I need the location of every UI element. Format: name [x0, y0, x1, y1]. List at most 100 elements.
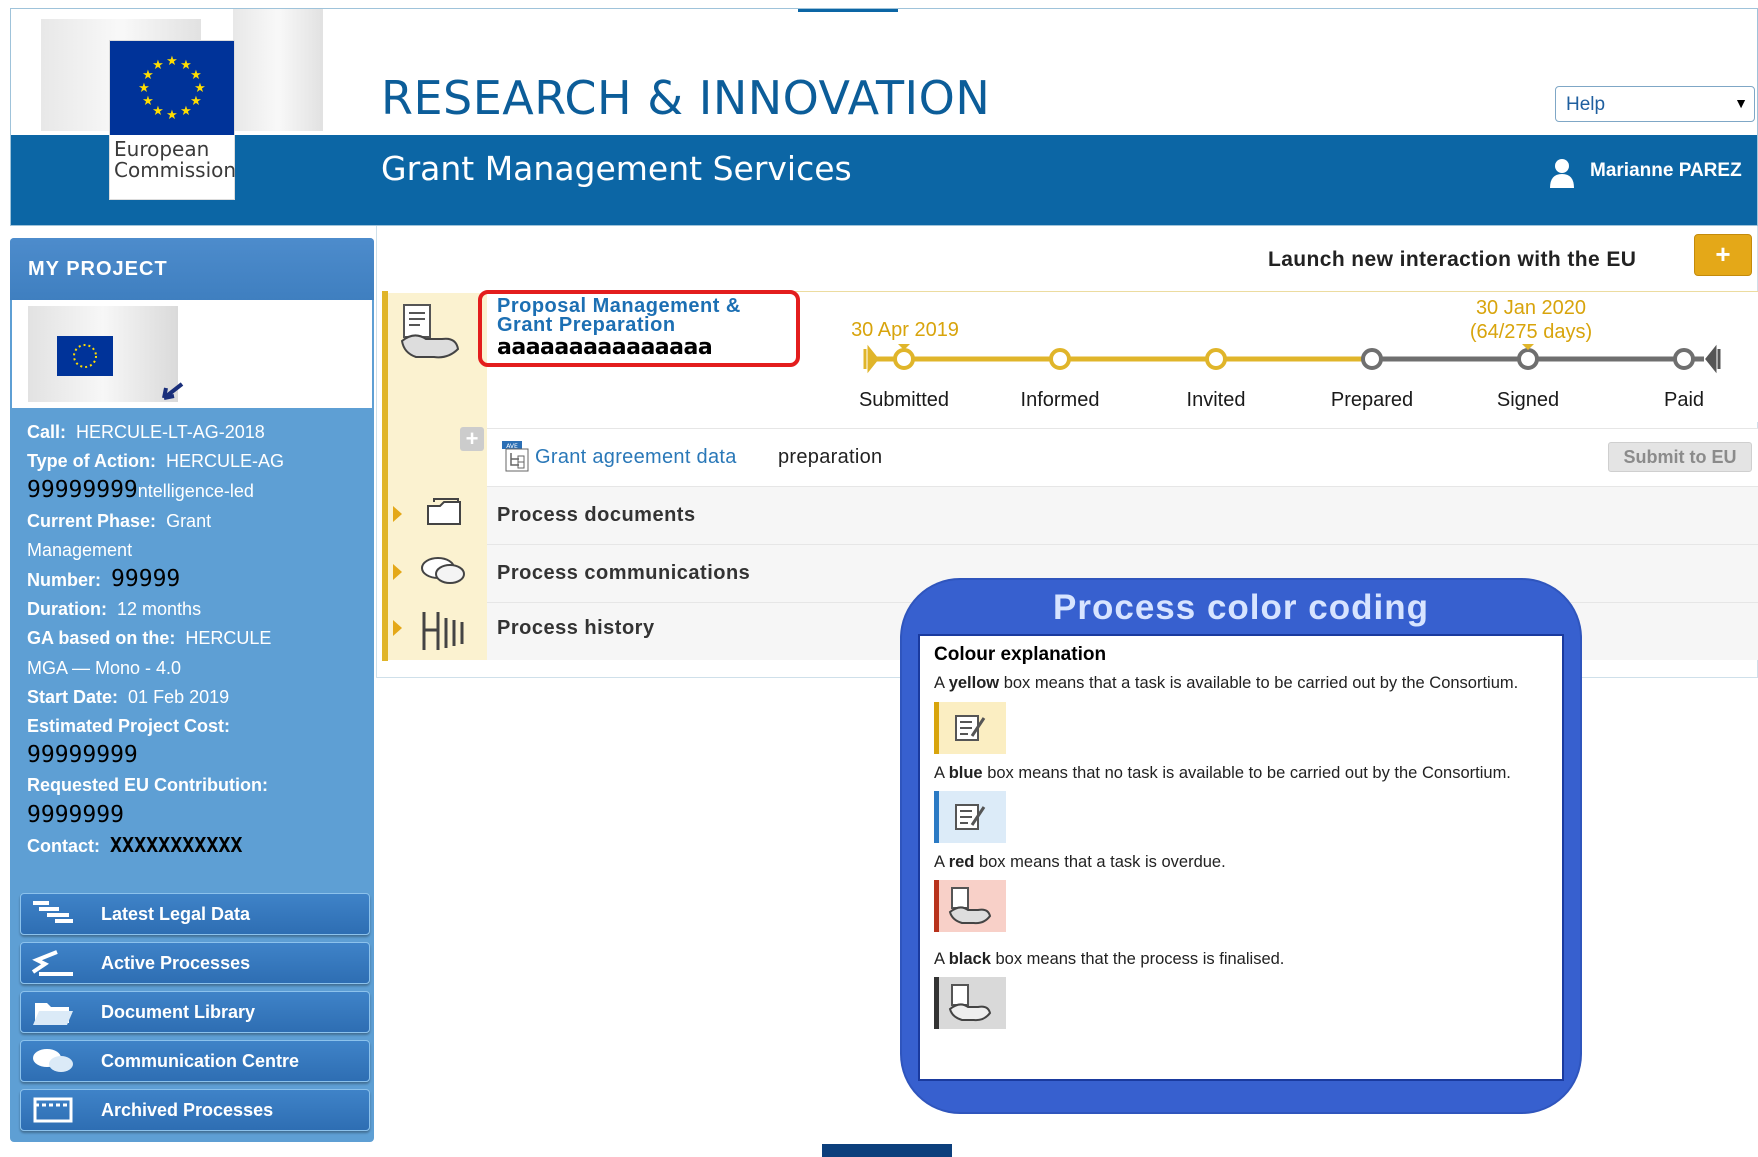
svg-text:★: ★	[180, 103, 192, 118]
phase-value: Grant	[166, 510, 212, 531]
grant-agreement-status: preparation	[778, 446, 883, 468]
header-band	[11, 135, 1757, 225]
nav-latest-legal-data[interactable]: Latest Legal Data	[20, 893, 370, 935]
european-commission-logo[interactable]: ★ ★ ★ ★ ★ ★ ★ ★ ★ ★ ★ ★ European Commiss…	[109, 40, 236, 200]
expand-arrow-icon[interactable]	[393, 620, 402, 636]
stage-label-submitted: Submitted	[858, 389, 950, 411]
target-date-label: 30 Jan 2020 (64/275 days)	[1436, 296, 1626, 344]
date-pointer-icon	[1520, 342, 1536, 350]
stage-node-prepared[interactable]	[1361, 348, 1383, 370]
svg-text:★: ★	[190, 93, 202, 108]
start-date-label: Start Date:	[27, 686, 119, 707]
nav-label: Archived Processes	[101, 1100, 274, 1120]
process-icon-column	[388, 293, 487, 660]
nav-active-processes[interactable]: Active Processes	[20, 942, 370, 984]
stage-label-informed: Informed	[1020, 389, 1100, 411]
svg-text:★: ★	[166, 107, 178, 122]
stage-node-submitted[interactable]	[893, 348, 915, 370]
submit-to-eu-button[interactable]: Submit to EU	[1608, 442, 1752, 472]
folder-icon	[29, 995, 77, 1029]
nav-communication-centre[interactable]: Communication Centre	[20, 1040, 370, 1082]
legend-item-black-text: A black box means that the process is fi…	[934, 950, 1285, 968]
document-tree-icon: AVE	[499, 439, 533, 478]
project-title-tail: ntelligence-led	[137, 481, 254, 502]
help-dropdown[interactable]: Help ▼	[1555, 86, 1755, 122]
handshake-icon	[948, 887, 992, 925]
number-label: Number:	[27, 570, 102, 591]
process-documents-row[interactable]: Process documents	[487, 486, 1758, 544]
duration-value: 12 months	[117, 599, 202, 620]
stage-node-signed[interactable]	[1517, 348, 1539, 370]
dropdown-arrow-icon: ▼	[1734, 95, 1748, 111]
expand-arrow-icon[interactable]	[393, 506, 402, 522]
user-name[interactable]: Marianne PAREZ	[1590, 160, 1742, 182]
action-type-value: HERCULE-AG	[166, 451, 285, 472]
bottom-button[interactable]	[822, 1144, 952, 1157]
launch-interaction-text: Launch new interaction with the EU	[1268, 248, 1637, 271]
legend-swatch-red	[934, 880, 1006, 932]
eu-contribution-value: 9999999	[27, 801, 124, 828]
handshake-icon	[398, 301, 462, 370]
legend-swatch-blue	[934, 791, 1006, 843]
legend-item-yellow-text: A yellow box means that a task is availa…	[934, 674, 1519, 692]
communications-icon	[418, 554, 470, 593]
ga-basis-label: GA based on the:	[27, 628, 176, 649]
nav-label: Latest Legal Data	[101, 904, 251, 924]
call-value: HERCULE-LT-AG-2018	[76, 422, 265, 442]
grant-agreement-data-link[interactable]: Grant agreement data	[535, 446, 737, 469]
header-topline	[798, 9, 898, 12]
expand-arrow-icon[interactable]	[393, 564, 402, 580]
edit-document-icon	[955, 715, 986, 741]
nav-document-library[interactable]: Document Library	[20, 991, 370, 1033]
legend-panel: Colour explanation A yellow box means th…	[918, 634, 1564, 1081]
project-logo-image	[12, 300, 372, 408]
stage-node-invited[interactable]	[1205, 348, 1227, 370]
documents-folder-icon	[424, 496, 464, 531]
nav-label: Communication Centre	[101, 1051, 300, 1071]
call-label: Call:	[27, 422, 67, 442]
svg-text:★: ★	[166, 53, 178, 68]
eu-flag-small-icon	[57, 336, 113, 376]
legend-swatch-yellow	[934, 702, 1006, 754]
svg-text:★: ★	[152, 103, 164, 118]
ga-basis-value: HERCULE	[185, 628, 272, 649]
legend-swatch-black	[934, 977, 1006, 1029]
phase-label: Current Phase:	[27, 510, 157, 531]
date-pointer-icon	[896, 342, 912, 350]
target-days: (64/275 days)	[1469, 321, 1593, 343]
stage-label-paid: Paid	[1663, 389, 1705, 411]
eu-contribution-label: Requested EU Contribution:	[27, 775, 268, 796]
user-icon	[1548, 158, 1576, 193]
end-marker	[1705, 344, 1721, 374]
cursor-arrow-icon	[162, 382, 188, 405]
site-subtitle: Grant Management Services	[381, 149, 852, 188]
row-label: Process history	[497, 617, 655, 639]
legend-item-red-text: A red box means that a task is overdue.	[934, 853, 1226, 871]
legend-heading: Colour explanation	[934, 644, 1107, 665]
target-date: 30 Jan 2020	[1475, 297, 1587, 319]
stage-label-signed: Signed	[1496, 389, 1560, 411]
history-icon	[420, 608, 472, 659]
row-label: Process communications	[497, 562, 751, 584]
stage-label-invited: Invited	[1186, 389, 1246, 411]
expand-button[interactable]: +	[460, 427, 484, 451]
stage-node-paid[interactable]	[1673, 348, 1695, 370]
launch-interaction-button[interactable]: +	[1694, 234, 1752, 276]
contact-value[interactable]: XXXXXXXXXXX	[110, 833, 242, 857]
site-header: ★ ★ ★ ★ ★ ★ ★ ★ ★ ★ ★ ★ European Commiss…	[10, 8, 1758, 226]
svg-text:★: ★	[152, 57, 164, 72]
row-label: Process documents	[497, 504, 696, 526]
nav-archived-processes[interactable]: Archived Processes	[20, 1089, 370, 1131]
eu-flag-icon: ★ ★ ★ ★ ★ ★ ★ ★ ★ ★ ★ ★	[110, 41, 234, 135]
sidebar-title: MY PROJECT	[28, 258, 168, 280]
chat-icon	[29, 1044, 77, 1078]
estimated-cost-label: Estimated Project Cost:	[27, 716, 231, 737]
site-title: RESEARCH & INNOVATION	[381, 71, 991, 125]
start-date-value: 01 Feb 2019	[128, 686, 230, 707]
stage-node-informed[interactable]	[1049, 348, 1071, 370]
legal-data-icon	[29, 897, 77, 931]
legend-item-blue-text: A blue box means that no task is availab…	[934, 764, 1511, 782]
phase-value-line2: Management	[27, 539, 133, 560]
number-value: 99999	[111, 566, 181, 593]
my-project-sidebar: MY PROJECT Call: HERCULE-LT-AG-2018 Type…	[10, 238, 374, 1142]
